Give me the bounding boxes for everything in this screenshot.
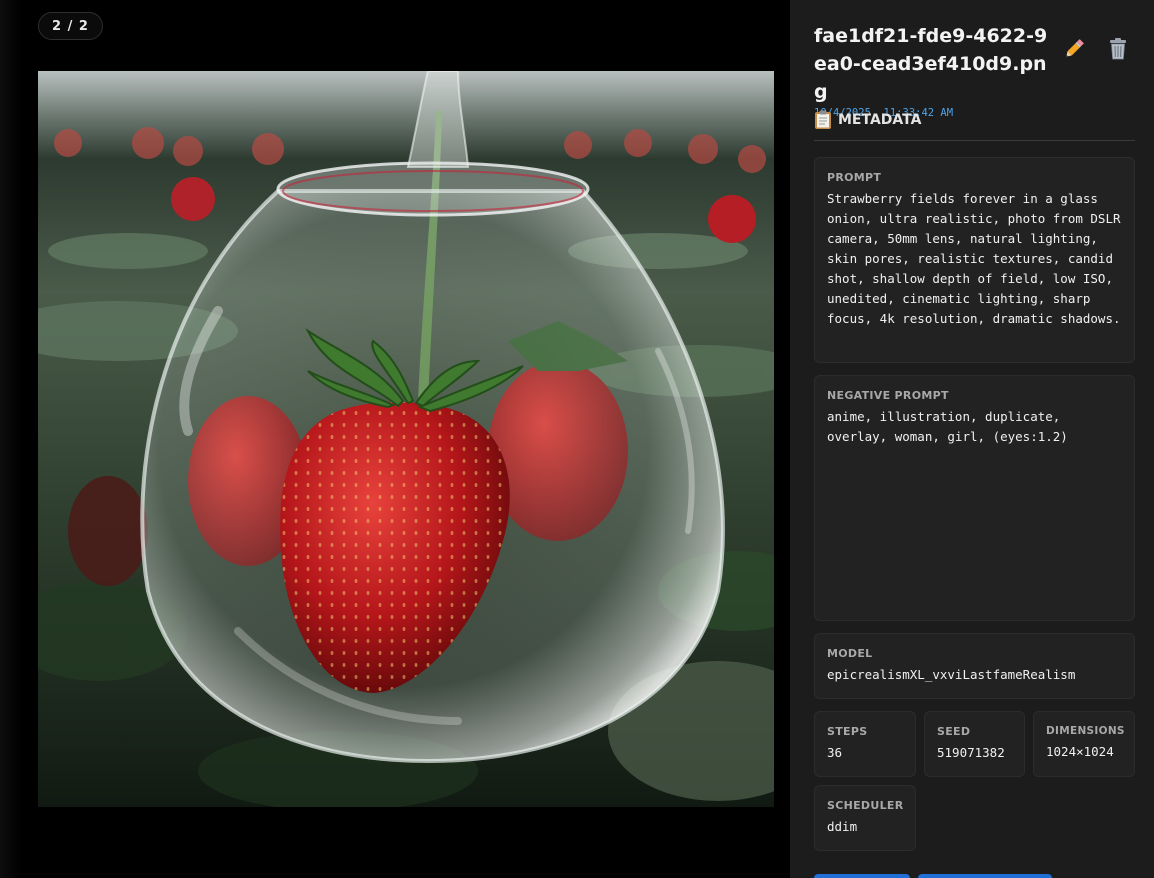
dimensions-card: DIMENSIONS 1024×1024 bbox=[1033, 711, 1135, 777]
secondary-action-button[interactable] bbox=[918, 874, 1052, 878]
metadata-heading: METADATA bbox=[814, 110, 1135, 141]
edit-button[interactable] bbox=[1060, 36, 1088, 64]
delete-button[interactable] bbox=[1104, 36, 1132, 64]
steps-card: STEPS 36 bbox=[814, 711, 916, 777]
negative-prompt-label: NEGATIVE PROMPT bbox=[827, 389, 949, 402]
file-name: fae1df21-fde9-4622-9ea0-cead3ef410d9.png bbox=[814, 25, 1048, 103]
model-value[interactable]: epicrealismXL_vxviLastfameRealism bbox=[827, 665, 1122, 685]
generated-image[interactable] bbox=[38, 71, 774, 807]
model-card: MODEL epicrealismXL_vxviLastfameRealism bbox=[814, 633, 1135, 699]
prompt-card: PROMPT Strawberry fields forever in a gl… bbox=[814, 157, 1135, 363]
seed-card: SEED 519071382 bbox=[924, 711, 1025, 777]
dimensions-label: DIMENSIONS bbox=[1046, 725, 1125, 737]
seed-label: SEED bbox=[937, 725, 971, 738]
dimensions-value[interactable]: 1024×1024 bbox=[1046, 742, 1122, 762]
trash-icon bbox=[1110, 37, 1126, 59]
details-header: fae1df21-fde9-4622-9ea0-cead3ef410d9.png… bbox=[814, 22, 1136, 119]
primary-action-button[interactable] bbox=[814, 874, 910, 878]
prompt-text[interactable]: Strawberry fields forever in a glass oni… bbox=[827, 189, 1122, 329]
image-viewer: 2 / 2 bbox=[0, 0, 790, 878]
scheduler-label: SCHEDULER bbox=[827, 799, 904, 812]
previous-image-edge[interactable] bbox=[0, 0, 22, 878]
negative-prompt-text[interactable]: anime, illustration, duplicate, overlay,… bbox=[827, 407, 1122, 447]
model-label: MODEL bbox=[827, 647, 873, 660]
details-panel: fae1df21-fde9-4622-9ea0-cead3ef410d9.png… bbox=[790, 0, 1154, 878]
pencil-icon bbox=[1066, 38, 1084, 57]
clipboard-icon bbox=[815, 110, 831, 129]
metadata-heading-label: METADATA bbox=[838, 112, 922, 128]
scheduler-value[interactable]: ddim bbox=[827, 817, 903, 837]
steps-label: STEPS bbox=[827, 725, 868, 738]
steps-value[interactable]: 36 bbox=[827, 743, 903, 763]
prompt-label: PROMPT bbox=[827, 171, 882, 184]
image-counter: 2 / 2 bbox=[38, 12, 103, 40]
negative-prompt-card: NEGATIVE PROMPT anime, illustration, dup… bbox=[814, 375, 1135, 621]
strawberry-glass-photo bbox=[38, 71, 774, 807]
scheduler-card: SCHEDULER ddim bbox=[814, 785, 916, 851]
seed-value[interactable]: 519071382 bbox=[937, 743, 1012, 763]
